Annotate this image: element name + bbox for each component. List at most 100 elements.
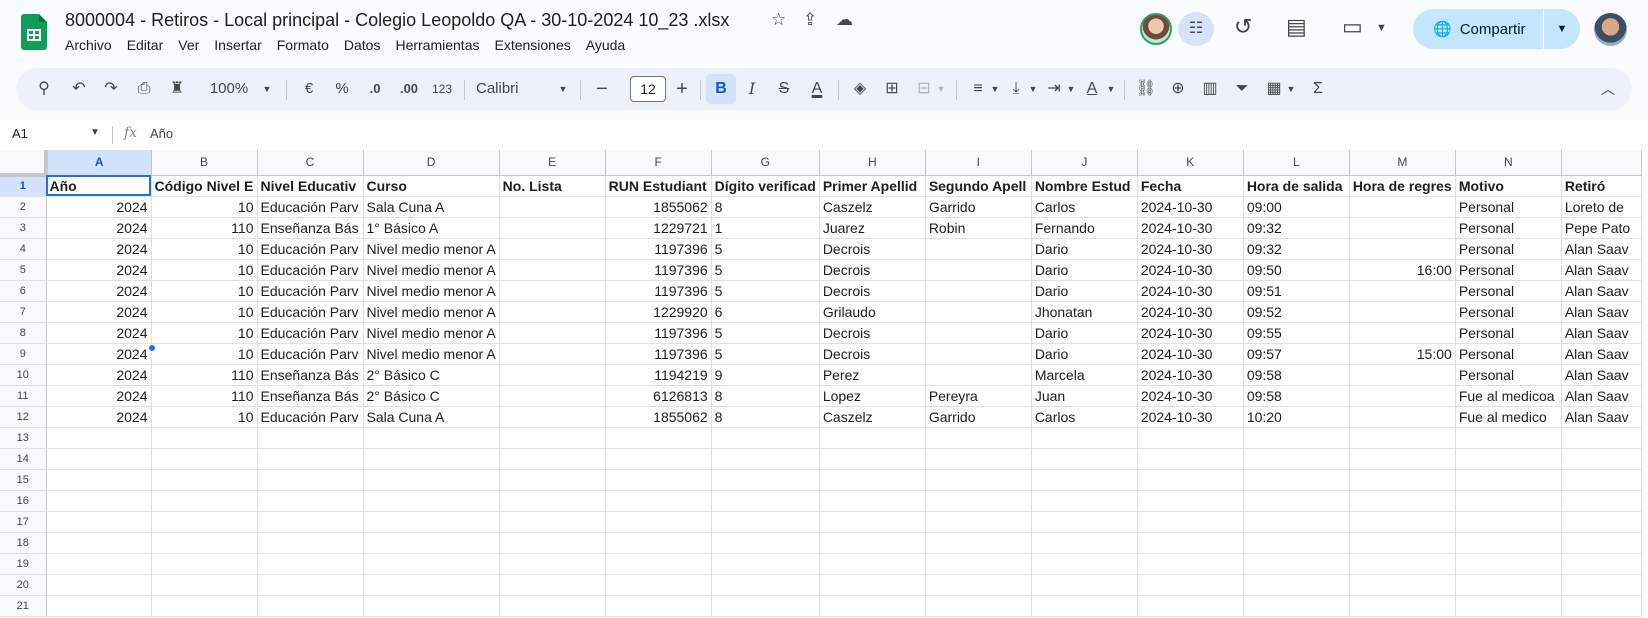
cell[interactable]: [819, 490, 926, 512]
cell[interactable]: Educación Parv: [257, 238, 364, 260]
cell[interactable]: 10: [151, 280, 258, 302]
cell[interactable]: [363, 511, 500, 533]
cell[interactable]: Enseñanza Bás: [257, 385, 364, 407]
cell[interactable]: 2024: [46, 385, 152, 407]
cell[interactable]: 2024-10-30: [1137, 301, 1244, 323]
row-header[interactable]: 17: [0, 511, 47, 533]
cell[interactable]: 110: [151, 385, 258, 407]
cell[interactable]: Alan Saav: [1561, 406, 1642, 428]
cell[interactable]: [1137, 427, 1244, 449]
cell[interactable]: 10: [151, 301, 258, 323]
share-dropdown-chevron-icon[interactable]: ▼: [1544, 9, 1580, 49]
menu-insertar[interactable]: Insertar: [207, 37, 269, 53]
text-rotation-chevron-icon[interactable]: ▼: [1104, 68, 1118, 110]
collaborator-avatar[interactable]: [1140, 13, 1172, 45]
cell[interactable]: Educación Parv: [257, 322, 364, 344]
cell[interactable]: Robin: [925, 217, 1032, 239]
cell[interactable]: [925, 532, 1032, 554]
filter-icon[interactable]: ⏷: [1230, 68, 1254, 110]
cell[interactable]: [925, 238, 1032, 260]
cell[interactable]: 8: [711, 196, 820, 218]
cell[interactable]: 1855062: [605, 196, 712, 218]
cell[interactable]: [151, 448, 258, 470]
cell[interactable]: [1349, 553, 1456, 575]
cell[interactable]: [1349, 595, 1456, 617]
document-title[interactable]: 8000004 - Retiros - Local principal - Co…: [65, 10, 729, 31]
cell[interactable]: 09:55: [1243, 322, 1350, 344]
cell[interactable]: Curso: [363, 175, 500, 197]
decrease-decimal-button[interactable]: .0: [362, 68, 388, 110]
cell[interactable]: [46, 427, 152, 449]
zoom-chevron-icon[interactable]: ▼: [260, 68, 274, 110]
share-button[interactable]: 🌐 Compartir: [1413, 9, 1543, 49]
cell[interactable]: Enseñanza Bás: [257, 364, 364, 386]
horizontal-align-icon[interactable]: ≡: [966, 68, 990, 110]
cell[interactable]: Alan Saav: [1561, 238, 1642, 260]
cell[interactable]: [1349, 301, 1456, 323]
cell[interactable]: Nivel medio menor A: [363, 280, 500, 302]
cell[interactable]: [925, 553, 1032, 575]
cell[interactable]: Decrois: [819, 343, 926, 365]
cell[interactable]: Primer Apellid: [819, 175, 926, 197]
cell[interactable]: 1197396: [605, 259, 712, 281]
cell[interactable]: [1031, 532, 1138, 554]
cell[interactable]: [1137, 532, 1244, 554]
cell[interactable]: [1137, 448, 1244, 470]
cell[interactable]: [1031, 595, 1138, 617]
cell[interactable]: [1349, 322, 1456, 344]
cell[interactable]: 09:32: [1243, 217, 1350, 239]
cell[interactable]: Nombre Estud: [1031, 175, 1138, 197]
cell[interactable]: [499, 427, 606, 449]
cell[interactable]: [151, 511, 258, 533]
column-header[interactable]: K: [1137, 150, 1244, 176]
cell[interactable]: Código Nivel E: [151, 175, 258, 197]
column-header[interactable]: [1561, 150, 1642, 176]
cell[interactable]: Decrois: [819, 280, 926, 302]
increase-font-size-button[interactable]: +: [670, 68, 694, 110]
cell[interactable]: [819, 469, 926, 491]
cell[interactable]: Educación Parv: [257, 196, 364, 218]
cell[interactable]: Loreto de: [1561, 196, 1642, 218]
cell[interactable]: Fue al medicoa: [1455, 385, 1562, 407]
cell[interactable]: 1: [711, 217, 820, 239]
cell[interactable]: [257, 574, 364, 596]
cell[interactable]: Garrido: [925, 406, 1032, 428]
cell[interactable]: [1137, 553, 1244, 575]
cell[interactable]: Alan Saav: [1561, 322, 1642, 344]
menu-extensiones[interactable]: Extensiones: [487, 37, 578, 53]
name-box[interactable]: A1: [12, 126, 28, 141]
cell[interactable]: Dario: [1031, 322, 1138, 344]
cell[interactable]: 10: [151, 196, 258, 218]
cell[interactable]: 10:20: [1243, 406, 1350, 428]
cell[interactable]: 2024-10-30: [1137, 343, 1244, 365]
cell[interactable]: 09:57: [1243, 343, 1350, 365]
cell[interactable]: 8: [711, 385, 820, 407]
cell[interactable]: Fecha: [1137, 175, 1244, 197]
cell[interactable]: Dario: [1031, 343, 1138, 365]
row-header[interactable]: 7: [0, 301, 47, 323]
cell[interactable]: [1561, 427, 1642, 449]
paint-format-icon[interactable]: ♜: [165, 68, 189, 110]
more-formats-button[interactable]: 123: [428, 68, 456, 110]
cell[interactable]: [711, 553, 820, 575]
cell[interactable]: [1243, 490, 1350, 512]
cell[interactable]: 2024-10-30: [1137, 238, 1244, 260]
cell[interactable]: [1031, 427, 1138, 449]
cell[interactable]: Pereyra: [925, 385, 1032, 407]
meet-icon[interactable]: ▭: [1342, 14, 1363, 40]
column-header[interactable]: I: [925, 150, 1032, 176]
cell[interactable]: 110: [151, 217, 258, 239]
borders-icon[interactable]: ⊞: [880, 68, 904, 110]
column-header[interactable]: L: [1243, 150, 1350, 176]
cell[interactable]: [363, 532, 500, 554]
cell[interactable]: 2024: [46, 196, 152, 218]
cell[interactable]: [1455, 532, 1562, 554]
cell[interactable]: [257, 511, 364, 533]
cell[interactable]: [151, 490, 258, 512]
cell[interactable]: [605, 574, 712, 596]
cell[interactable]: Alan Saav: [1561, 259, 1642, 281]
cell[interactable]: No. Lista: [499, 175, 606, 197]
cell[interactable]: [46, 448, 152, 470]
cell[interactable]: 1197396: [605, 343, 712, 365]
cell[interactable]: [1561, 574, 1642, 596]
